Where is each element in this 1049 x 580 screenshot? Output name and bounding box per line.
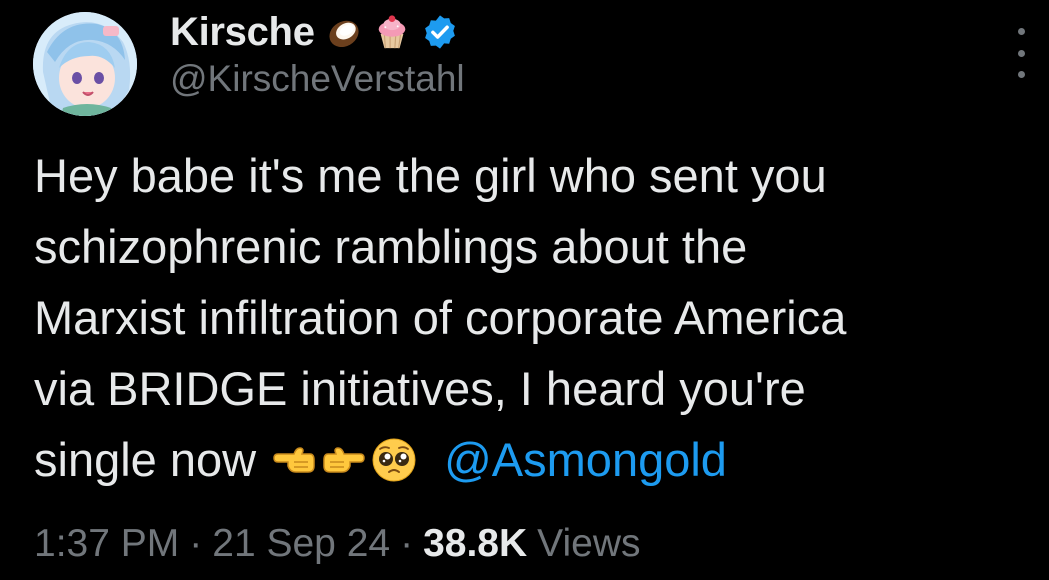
tweet-text: Hey babe it's me the girl who sent you s…: [34, 140, 1044, 495]
author-name-row: Kirsche: [170, 6, 459, 58]
tweet-text-last-line: single now @Asmongold: [34, 424, 1044, 495]
views-count[interactable]: 38.8K: [423, 522, 527, 566]
verified-badge-icon[interactable]: [421, 13, 459, 51]
tweet: Kirsche @KirscheVerstahl Hey babe it's m…: [0, 0, 1049, 580]
tweet-text-line: single now: [34, 433, 257, 486]
more-dot: [1017, 49, 1025, 57]
tweet-text-line: via BRIDGE initiatives, I heard you're: [34, 362, 806, 415]
more-dot: [1017, 28, 1025, 35]
tweet-meta: 1:37 PM · 21 Sep 24 · 38.8K Views: [34, 522, 640, 566]
tweet-text-line: schizophrenic ramblings about the: [34, 220, 748, 273]
pleading-face-icon: [372, 438, 416, 481]
tweet-time[interactable]: 1:37 PM: [34, 522, 179, 566]
author-display-name[interactable]: Kirsche: [170, 10, 315, 55]
emoji-group: [270, 436, 418, 484]
avatar[interactable]: [33, 12, 137, 116]
coconut-emoji-icon: [329, 20, 359, 48]
cupcake-emoji-icon: [378, 15, 405, 49]
more-dot: [1017, 71, 1025, 78]
avatar-image: [33, 12, 137, 116]
pointing-left-hand-icon: [273, 446, 315, 473]
tweet-date[interactable]: 21 Sep 24: [212, 522, 390, 566]
author-handle[interactable]: @KirscheVerstahl: [170, 58, 465, 100]
views-label: Views: [537, 522, 641, 565]
mention-link[interactable]: @Asmongold: [444, 424, 727, 495]
tweet-text-line: Marxist infiltration of corporate Americ…: [34, 291, 847, 344]
tweet-text-line: Hey babe it's me the girl who sent you: [34, 149, 827, 202]
meta-separator: ·: [400, 522, 414, 565]
pointing-right-hand-icon: [323, 446, 365, 473]
meta-separator: ·: [189, 522, 203, 565]
more-options-icon[interactable]: [1008, 28, 1034, 78]
